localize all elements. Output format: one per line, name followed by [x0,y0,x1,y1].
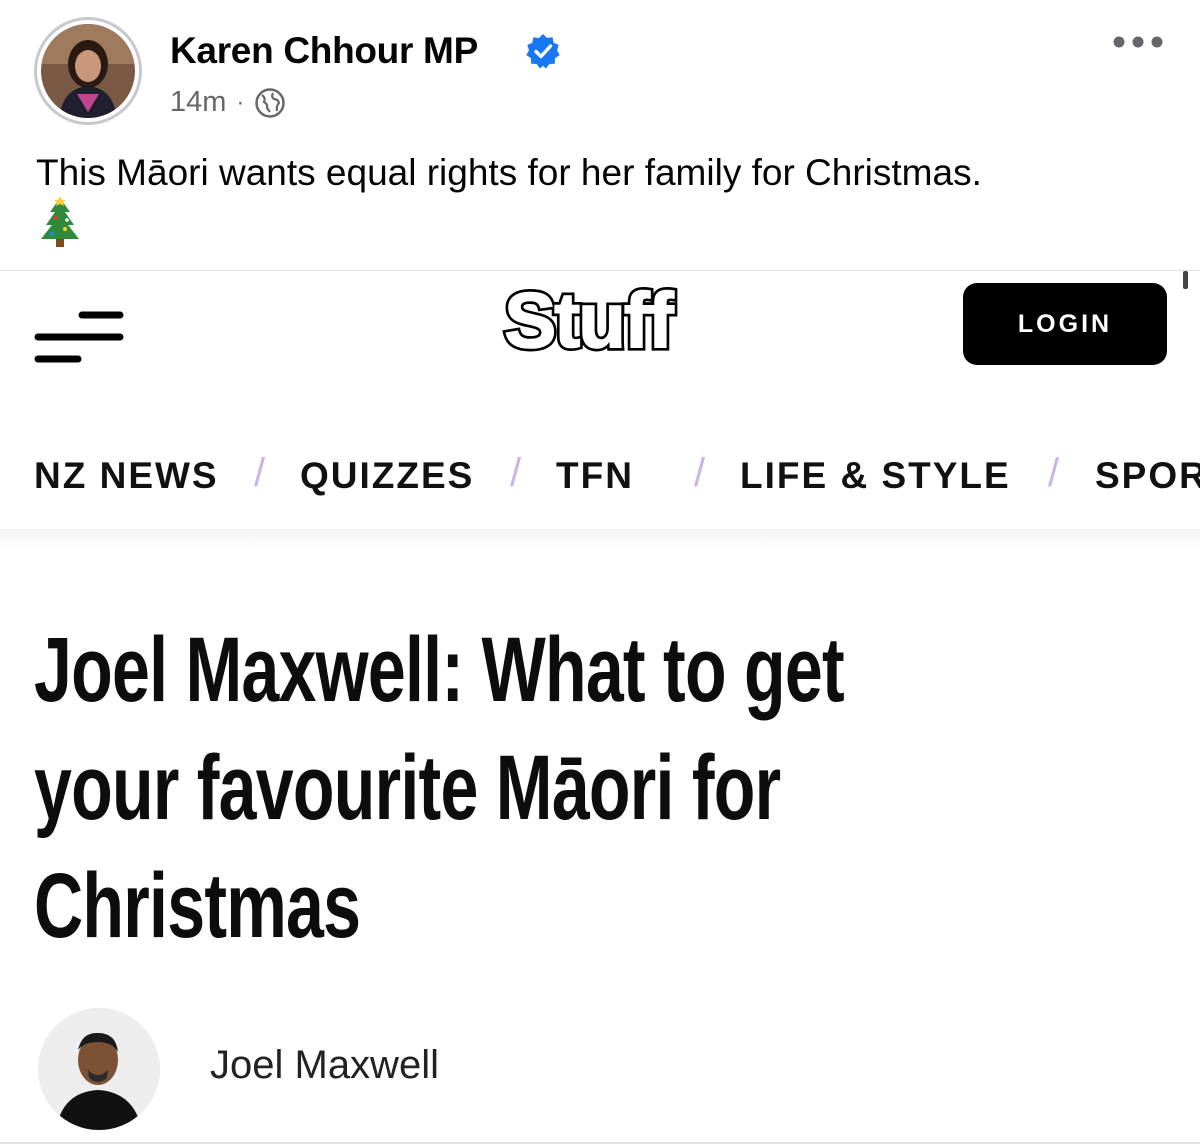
post-meta: 14m · [170,86,286,119]
nav-item-nz-news[interactable]: NZ NEWS [34,455,219,497]
section-nav: NZ NEWS / QUIZZES / TFN / LIFE & STYLE /… [0,449,1200,529]
nav-separator: / [254,451,266,495]
christmas-tree-icon [41,196,79,247]
scrollbar-thumb[interactable] [1183,271,1188,289]
menu-icon[interactable] [32,309,124,365]
more-options-icon[interactable] [1112,34,1164,50]
headline-line-1: Joel Maxwell: What to get [34,619,845,721]
post-text: This Māori wants equal rights for her fa… [36,152,982,193]
nav-shadow [0,529,1200,549]
login-button[interactable]: LOGIN [963,283,1167,365]
headline-line-2: your favourite Māori for [34,737,781,839]
article-headline[interactable]: Joel Maxwell: What to get your favourite… [34,611,1144,965]
verified-badge-icon [526,34,560,69]
nav-item-quizzes[interactable]: QUIZZES [300,455,474,497]
author-byline[interactable]: Joel Maxwell [210,1043,439,1088]
logo-text-inline: Stuff [504,279,675,359]
post-time[interactable]: 14m [170,86,226,119]
nav-separator: / [510,451,522,495]
headline-line-3: Christmas [34,855,361,957]
article-embed[interactable]: Stuff Stuff LOGIN NZ NEWS / QUIZZES / TF… [0,270,1200,1146]
meta-separator: · [236,88,245,116]
author-avatar[interactable] [38,1008,160,1130]
nav-item-tfn[interactable]: TFN [556,455,634,497]
nav-separator: / [1048,451,1060,495]
post-header: Karen Chhour MP 14m · This Māori wants e… [0,0,1200,270]
author-name[interactable]: Karen Chhour MP [170,30,478,72]
profile-avatar[interactable] [41,24,135,118]
globe-icon[interactable] [254,87,286,119]
profile-avatar-ring[interactable] [34,17,142,125]
divider [0,1142,1200,1144]
nav-item-life-style[interactable]: LIFE & STYLE [740,455,1011,497]
stuff-logo[interactable]: Stuff Stuff [478,279,698,359]
nav-item-sport[interactable]: SPOR [1095,455,1200,497]
nav-separator: / [694,451,706,495]
